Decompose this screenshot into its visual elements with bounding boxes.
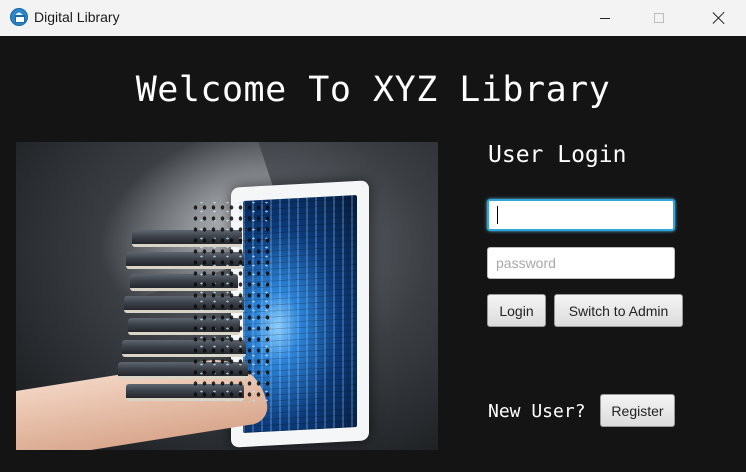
login-title: User Login: [488, 142, 627, 168]
switch-to-admin-button[interactable]: Switch to Admin: [554, 294, 683, 327]
window-title: Digital Library: [34, 9, 120, 25]
library-app-icon: [10, 8, 28, 26]
register-button[interactable]: Register: [600, 394, 675, 427]
new-user-label: New User?: [488, 401, 586, 422]
maximize-button[interactable]: [636, 0, 682, 36]
username-input[interactable]: [487, 199, 675, 231]
hero-image: [16, 142, 438, 450]
maximize-icon: [654, 13, 664, 23]
window-titlebar: Digital Library: [0, 0, 746, 36]
minimize-icon: [600, 17, 610, 19]
main-panel: Welcome To XYZ Library User Login Login …: [0, 36, 746, 472]
text-caret: [497, 206, 498, 224]
password-input[interactable]: [487, 247, 675, 279]
page-title: Welcome To XYZ Library: [135, 70, 611, 110]
close-button[interactable]: [696, 0, 742, 36]
particle-effect: [191, 202, 271, 402]
login-button[interactable]: Login: [487, 294, 546, 327]
minimize-button[interactable]: [582, 0, 628, 36]
close-icon: [712, 11, 726, 25]
